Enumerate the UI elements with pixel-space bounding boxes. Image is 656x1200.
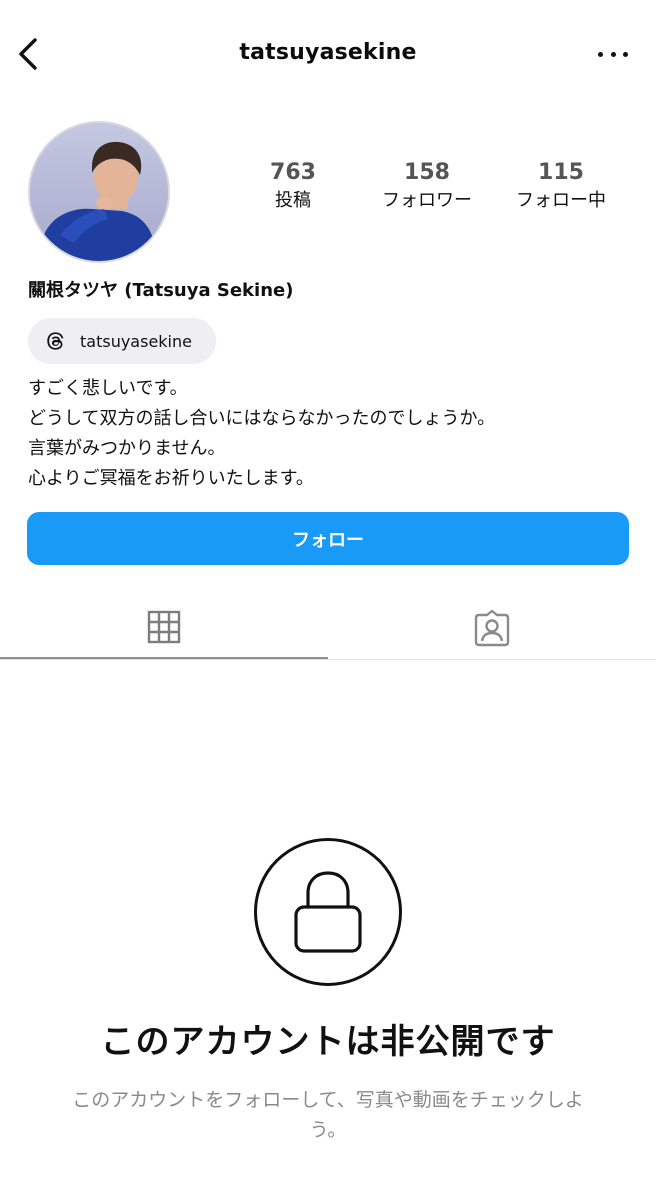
bio-line: すごく悲しいです。 [28,378,188,399]
profile-photo [30,123,168,261]
private-title: このアカウントは非公開です [100,1022,556,1062]
profile-header: tatsuyasekine [0,0,656,110]
stat-following[interactable]: 115 フォロー中 [501,158,621,214]
more-dot [610,51,616,57]
profile-tabs [0,596,656,660]
stat-count: 158 [404,160,450,185]
stat-posts[interactable]: 763 投稿 [233,158,353,214]
tab-posts-grid[interactable] [0,596,328,659]
private-subtitle: このアカウントをフォローして、写真や動画をチェックしよう。 [72,1089,584,1141]
stat-count: 763 [270,160,316,185]
threads-icon [44,330,66,352]
tab-tagged[interactable] [328,596,656,660]
threads-link[interactable]: tatsuyasekine [28,318,216,364]
bio-line: 言葉がみつかりません。 [28,438,226,459]
more-options-button[interactable] [598,44,628,64]
more-horizontal-icon [598,51,603,57]
profile-stats: 763 投稿 158 フォロワー 115 フォロー中 [238,158,638,218]
stat-label: フォロワー [382,190,472,211]
bio: すごく悲しいです。 どうして双方の話し合いにはならなかったのでしょうか。 言葉が… [28,374,628,494]
lock-icon-circle [254,838,402,986]
bio-line: 心よりご冥福をお祈りいたします。 [28,468,314,489]
follow-button[interactable]: フォロー [27,512,629,565]
private-account-notice: このアカウントは非公開です このアカウントをフォローして、写真や動画をチェックし… [0,838,656,1145]
tagged-person-icon [474,609,510,647]
stat-label: フォロー中 [516,190,606,211]
header-username: tatsuyasekine [239,40,417,65]
stat-followers[interactable]: 158 フォロワー [367,158,487,214]
grid-icon [147,610,181,643]
lock-icon [294,871,362,953]
threads-handle: tatsuyasekine [80,331,192,351]
stat-label: 投稿 [275,190,311,211]
avatar[interactable] [28,121,170,263]
stat-count: 115 [538,160,584,185]
display-name: 關根タツヤ (Tatsuya Sekine) [28,280,294,301]
more-dot [623,51,628,57]
bio-line: どうして双方の話し合いにはならなかったのでしょうか。 [28,408,496,429]
